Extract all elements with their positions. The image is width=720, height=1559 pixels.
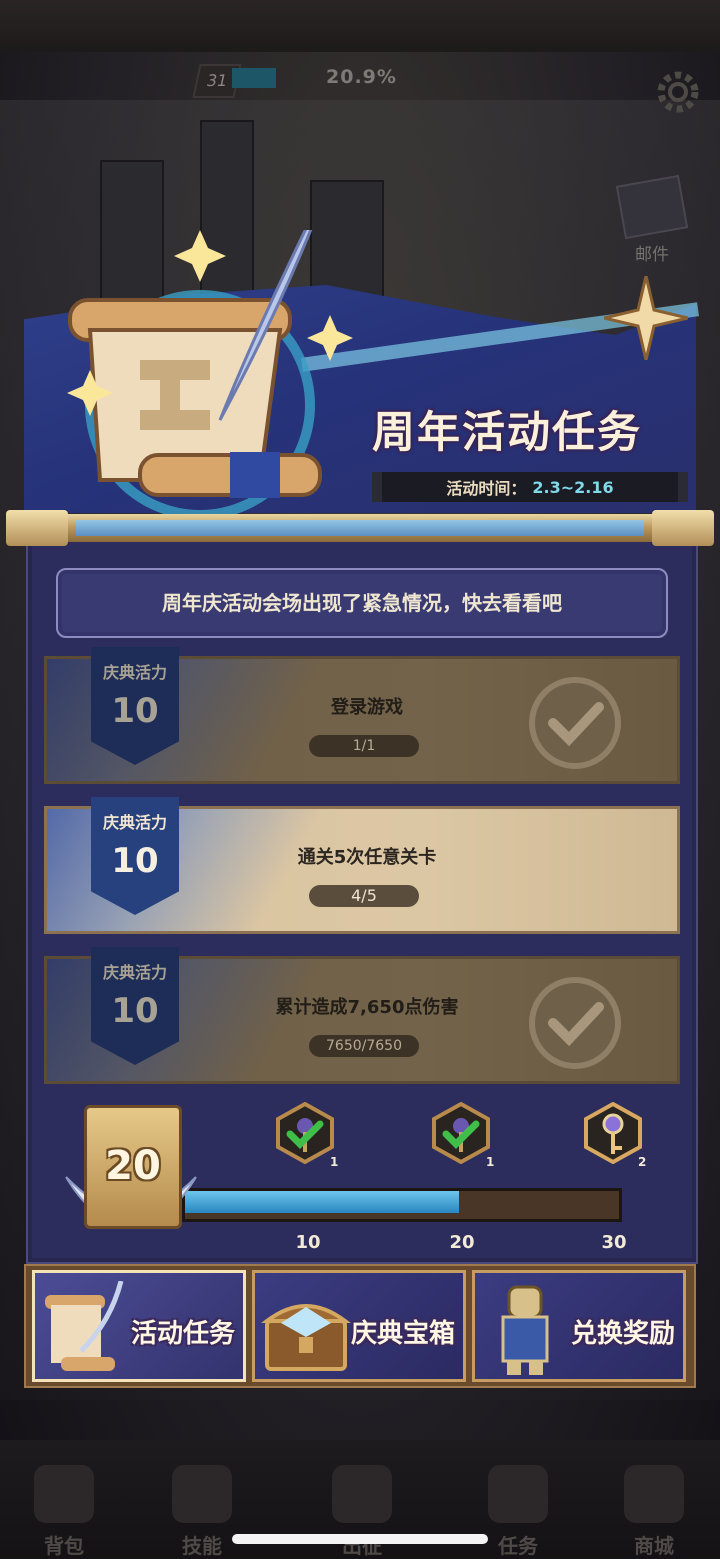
reward-ribbon: 庆典活力 10 [91, 797, 179, 915]
vitality-current: 20 [105, 1143, 161, 1189]
key-icon[interactable] [582, 1102, 644, 1164]
mail-icon [615, 174, 689, 240]
skill-icon [172, 1465, 232, 1523]
milestone-label: 30 [601, 1232, 627, 1253]
tab-label: 活动任务 [130, 1319, 235, 1349]
milestone-label: 10 [295, 1232, 321, 1253]
completed-check-icon [529, 677, 621, 769]
home-indicator[interactable] [232, 1534, 488, 1544]
event-notice[interactable]: 周年庆活动会场出现了紧急情况，快去看看吧 [56, 568, 668, 638]
reward-points: 10 [111, 991, 159, 1031]
reward-points: 10 [111, 691, 159, 731]
nav-shop[interactable]: 商城 [614, 1530, 694, 1559]
exp-percent: 20.9% [326, 66, 397, 88]
task-card[interactable]: 庆典活力 10 通关5次任意关卡 4/5 [44, 797, 680, 934]
event-time-label: 活动时间： [446, 479, 527, 498]
rod-cap-left [6, 510, 68, 546]
reward-label: 庆典活力 [102, 663, 167, 682]
nav-skill[interactable]: 技能 [162, 1530, 242, 1559]
vitality-emblem: 20 [65, 1105, 197, 1235]
gear-icon[interactable] [652, 66, 704, 118]
top-bar [0, 0, 720, 52]
vitality-fill [185, 1191, 459, 1213]
reward-ribbon: 庆典活力 10 [91, 647, 179, 765]
panel-rod-inner [76, 520, 644, 536]
task-card[interactable]: 庆典活力 10 累计造成7,650点伤害 7650/7650 [44, 947, 680, 1084]
completed-check-icon [529, 977, 621, 1069]
scroll-icon [45, 1281, 124, 1371]
battle-icon [332, 1465, 392, 1523]
key-icon[interactable] [274, 1102, 336, 1164]
task-title: 登录游戏 [331, 697, 403, 718]
task-title: 通关5次任意关卡 [297, 847, 437, 868]
tab-redeem-rewards[interactable]: 兑换奖励 [472, 1270, 686, 1382]
tab-celebration-chest[interactable]: 庆典宝箱 [252, 1270, 466, 1382]
knight-icon [501, 1285, 549, 1375]
event-title: 周年活动任务 [372, 408, 642, 458]
reward-label: 庆典活力 [102, 963, 167, 982]
sparkle-icon [604, 276, 688, 360]
exp-bar [232, 68, 276, 88]
reward-count: 1 [330, 1155, 339, 1169]
task-title: 累计造成7,650点伤害 [275, 997, 459, 1018]
reward-ribbon: 庆典活力 10 [91, 947, 179, 1065]
task-progress: 7650/7650 [309, 1035, 419, 1057]
key-icon[interactable] [430, 1102, 492, 1164]
task-progress: 4/5 [309, 885, 419, 907]
mail-button[interactable]: 邮件 [612, 174, 692, 270]
bag-icon [34, 1465, 94, 1523]
shop-icon [624, 1465, 684, 1523]
tab-label: 兑换奖励 [570, 1319, 675, 1349]
mail-label: 邮件 [635, 245, 669, 265]
reward-points: 10 [111, 841, 159, 881]
quest-icon [488, 1465, 548, 1523]
treasure-chest-icon [261, 1304, 351, 1371]
rod-cap-right [652, 510, 714, 546]
task-progress: 1/1 [309, 735, 419, 757]
tab-activity-tasks[interactable]: 活动任务 [32, 1270, 246, 1382]
tab-label: 庆典宝箱 [350, 1319, 455, 1349]
nav-bag[interactable]: 背包 [24, 1530, 104, 1559]
scroll-quill-icon [67, 230, 353, 520]
nav-quest[interactable]: 任务 [478, 1530, 558, 1559]
reward-label: 庆典活力 [102, 813, 167, 832]
task-card[interactable]: 庆典活力 10 登录游戏 1/1 [44, 647, 680, 784]
event-time-value: 2.3~2.16 [532, 477, 614, 497]
event-time: 活动时间： 2.3~2.16 [372, 472, 688, 502]
milestone-label: 20 [449, 1232, 475, 1253]
reward-count: 2 [638, 1155, 647, 1169]
reward-count: 1 [486, 1155, 495, 1169]
